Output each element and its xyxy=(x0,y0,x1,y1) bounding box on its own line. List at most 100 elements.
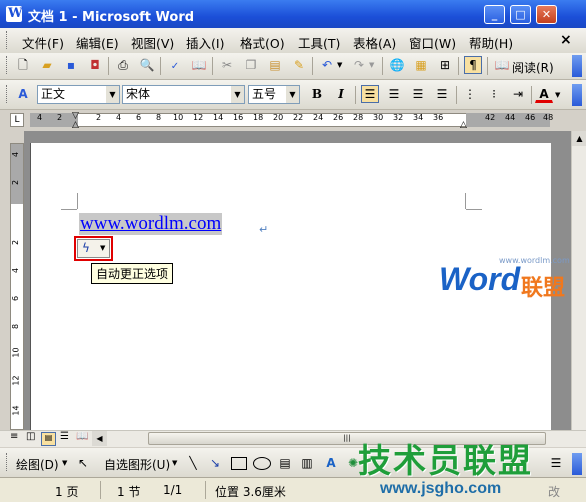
menu-insert[interactable]: 插入(I) xyxy=(186,33,224,52)
web-view-icon[interactable]: ◫ xyxy=(26,431,35,442)
hyperlink-icon[interactable]: 🌐 xyxy=(388,56,406,74)
draw-menu-button[interactable]: 绘图(D) xyxy=(16,456,59,473)
scroll-up-icon[interactable]: ▲ xyxy=(572,131,586,146)
print-layout-view-icon[interactable]: ▤ xyxy=(41,432,56,446)
word-app-icon[interactable]: W xyxy=(6,6,23,22)
status-page: 1 页 xyxy=(55,485,79,499)
font-color-dropdown-icon[interactable]: ▼ xyxy=(555,91,560,99)
menu-format[interactable]: 格式(O) xyxy=(240,33,285,52)
document-hyperlink[interactable]: www.wordlm.com xyxy=(79,213,223,235)
status-page-count: 1/1 xyxy=(163,483,183,497)
ruler-number: 24 xyxy=(313,113,324,122)
menu-edit[interactable]: 编辑(E) xyxy=(76,33,119,52)
styles-pane-icon[interactable]: A xyxy=(14,85,32,103)
undo-dropdown-icon[interactable]: ▼ xyxy=(337,61,342,69)
rectangle-icon[interactable] xyxy=(231,457,247,470)
tab-selector-icon[interactable]: L xyxy=(10,113,24,127)
line-icon[interactable]: ╲ xyxy=(184,454,202,472)
font-combo[interactable]: 宋体 ▼ xyxy=(122,85,245,104)
indent-icon[interactable]: ⇥ xyxy=(509,85,527,103)
style-combo[interactable]: 正文 ▼ xyxy=(37,85,120,104)
textbox-icon[interactable]: ▤ xyxy=(276,454,294,472)
menu-table[interactable]: 表格(A) xyxy=(353,33,396,52)
normal-view-icon[interactable]: ≡ xyxy=(10,431,18,442)
vruler-number: 10 xyxy=(11,347,21,358)
ruler-number: 16 xyxy=(233,113,244,122)
bold-button[interactable]: B xyxy=(308,85,326,103)
autoshapes-menu-button[interactable]: 自选图形(U) xyxy=(104,456,170,473)
print-icon[interactable]: ⎙ xyxy=(114,56,132,74)
numbering-icon[interactable]: ⋮ xyxy=(461,85,479,103)
autocorrect-options-button[interactable]: ϟ ▼ xyxy=(77,239,110,258)
close-button[interactable]: ✕ xyxy=(536,5,557,24)
menu-view[interactable]: 视图(V) xyxy=(131,33,174,52)
reading-view-icon[interactable]: 📖 xyxy=(76,431,88,442)
chevron-down-icon[interactable]: ▼ xyxy=(172,459,177,467)
title-bar: W 文档 1 - Microsoft Word _ □ ✕ xyxy=(0,0,586,28)
open-folder-icon[interactable]: ▰ xyxy=(38,56,56,74)
undo-icon[interactable]: ↶ xyxy=(318,56,336,74)
right-indent-icon[interactable]: △ xyxy=(460,120,467,130)
copy-icon[interactable]: ❐ xyxy=(242,56,260,74)
menu-file[interactable]: 文件(F) xyxy=(22,33,64,52)
select-objects-icon[interactable]: ↖ xyxy=(74,454,92,472)
wordart-icon[interactable]: A xyxy=(322,454,340,472)
spelling-icon[interactable]: ✓ xyxy=(166,56,184,74)
new-document-icon[interactable]: 🗋 xyxy=(14,56,32,74)
align-right-icon[interactable]: ☰ xyxy=(409,85,427,103)
cut-icon[interactable]: ✂ xyxy=(218,56,236,74)
chevron-down-icon[interactable]: ▼ xyxy=(106,86,119,103)
menu-tools[interactable]: 工具(T) xyxy=(298,33,340,52)
font-color-icon[interactable]: A xyxy=(535,85,553,103)
toolbar-options-icon[interactable] xyxy=(572,84,582,106)
scroll-left-icon[interactable]: ◀ xyxy=(92,431,107,446)
bullets-icon[interactable]: ⁝ xyxy=(485,85,503,103)
chevron-down-icon[interactable]: ▼ xyxy=(286,86,299,103)
vertical-ruler[interactable]: 4 2 2 4 6 8 10 12 14 xyxy=(10,143,24,430)
format-painter-icon[interactable]: ✎ xyxy=(290,56,308,74)
ruler-number: 2 xyxy=(96,113,102,122)
line-style-icon[interactable]: ☰ xyxy=(547,454,565,472)
outline-view-icon[interactable]: ☰ xyxy=(60,431,69,442)
toolbar-grip[interactable] xyxy=(6,453,10,471)
align-center-icon[interactable]: ☰ xyxy=(385,85,403,103)
arrow-icon[interactable]: ↘ xyxy=(206,454,224,472)
menu-help[interactable]: 帮助(H) xyxy=(469,33,513,52)
toolbar-grip[interactable] xyxy=(6,56,10,74)
permission-icon[interactable]: ◘ xyxy=(86,56,104,74)
document-page[interactable]: www.wordlm.com ↵ ϟ ▼ 自动更正选项 www.wordlm.c… xyxy=(30,143,570,430)
chevron-down-icon[interactable]: ▼ xyxy=(62,459,67,467)
vertical-scrollbar[interactable]: ▲ xyxy=(571,131,586,430)
maximize-button[interactable]: □ xyxy=(510,5,531,24)
redo-icon[interactable]: ↷ xyxy=(350,56,368,74)
toolbar-options-icon[interactable] xyxy=(572,453,582,475)
read-mode-label[interactable]: 阅读(R) xyxy=(512,59,554,76)
oval-icon[interactable] xyxy=(253,457,271,470)
research-icon[interactable]: 📖 xyxy=(190,56,208,74)
standard-toolbar: 🗋 ▰ ▪ ◘ ⎙ 🔍 ✓ 📖 ✂ ❐ ▤ ✎ ↶ ▼ ↷ ▼ 🌐 ▦ ⊞ ¶ … xyxy=(0,53,586,80)
align-justify-icon[interactable]: ☰ xyxy=(361,85,379,103)
save-icon[interactable]: ▪ xyxy=(62,56,80,74)
italic-button[interactable]: I xyxy=(332,85,350,103)
hanging-indent-icon[interactable]: △ xyxy=(72,120,79,130)
horizontal-ruler[interactable]: L ▽ △ △ 4 2 2 4 6 8 10 12 14 16 18 20 22… xyxy=(0,110,586,131)
ruler-number: 32 xyxy=(393,113,404,122)
toolbar-options-icon[interactable] xyxy=(572,55,582,77)
distributed-icon[interactable]: ☰ xyxy=(433,85,451,103)
size-combo[interactable]: 五号 ▼ xyxy=(248,85,300,104)
menu-grip[interactable] xyxy=(6,31,10,49)
minimize-button[interactable]: _ xyxy=(484,5,505,24)
vertical-textbox-icon[interactable]: ▥ xyxy=(298,454,316,472)
doc-close-icon[interactable]: × xyxy=(560,32,572,48)
chevron-down-icon[interactable]: ▼ xyxy=(231,86,244,103)
tables-borders-icon[interactable]: ▦ xyxy=(412,56,430,74)
print-preview-icon[interactable]: 🔍 xyxy=(138,56,156,74)
show-hide-icon[interactable]: ¶ xyxy=(464,56,482,74)
read-mode-icon[interactable]: 📖 xyxy=(493,56,511,74)
menu-window[interactable]: 窗口(W) xyxy=(409,33,456,52)
toolbar-grip[interactable] xyxy=(6,85,10,103)
paste-icon[interactable]: ▤ xyxy=(266,56,284,74)
insert-table-icon[interactable]: ⊞ xyxy=(436,56,454,74)
redo-dropdown-icon[interactable]: ▼ xyxy=(369,61,374,69)
toolbar-separator xyxy=(212,57,213,75)
